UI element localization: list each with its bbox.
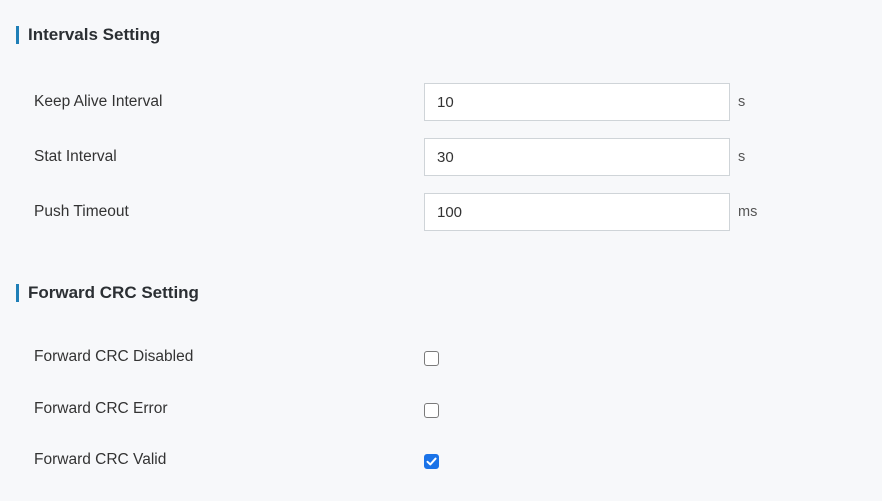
forward-crc-error-label: Forward CRC Error xyxy=(34,400,168,417)
stat-interval-input[interactable] xyxy=(424,138,730,176)
section-accent-bar xyxy=(16,26,19,44)
keep-alive-interval-input[interactable] xyxy=(424,83,730,121)
stat-interval-label: Stat Interval xyxy=(34,148,117,165)
push-timeout-row: Push Timeout ms xyxy=(34,193,834,233)
intervals-section-title: Intervals Setting xyxy=(16,25,160,45)
forward-crc-disabled-row: Forward CRC Disabled xyxy=(34,343,834,373)
forward-crc-valid-row: Forward CRC Valid xyxy=(34,446,834,476)
push-timeout-input[interactable] xyxy=(424,193,730,231)
keep-alive-interval-label: Keep Alive Interval xyxy=(34,93,163,110)
forward-crc-disabled-checkbox[interactable] xyxy=(424,351,439,366)
stat-interval-row: Stat Interval s xyxy=(34,138,834,178)
section-accent-bar xyxy=(16,284,19,302)
stat-interval-unit: s xyxy=(738,149,746,165)
crc-title-text: Forward CRC Setting xyxy=(28,283,199,302)
forward-crc-disabled-label: Forward CRC Disabled xyxy=(34,348,194,365)
forward-crc-error-checkbox[interactable] xyxy=(424,403,439,418)
intervals-title-text: Intervals Setting xyxy=(28,25,161,44)
checkmark-icon xyxy=(426,457,437,466)
forward-crc-valid-checkbox[interactable] xyxy=(424,454,439,469)
crc-section-title: Forward CRC Setting xyxy=(16,283,199,303)
keep-alive-interval-unit: s xyxy=(738,94,746,110)
push-timeout-label: Push Timeout xyxy=(34,203,129,220)
forward-crc-valid-label: Forward CRC Valid xyxy=(34,451,167,468)
forward-crc-error-row: Forward CRC Error xyxy=(34,395,834,425)
keep-alive-interval-row: Keep Alive Interval s xyxy=(34,83,834,123)
push-timeout-unit: ms xyxy=(738,204,758,220)
